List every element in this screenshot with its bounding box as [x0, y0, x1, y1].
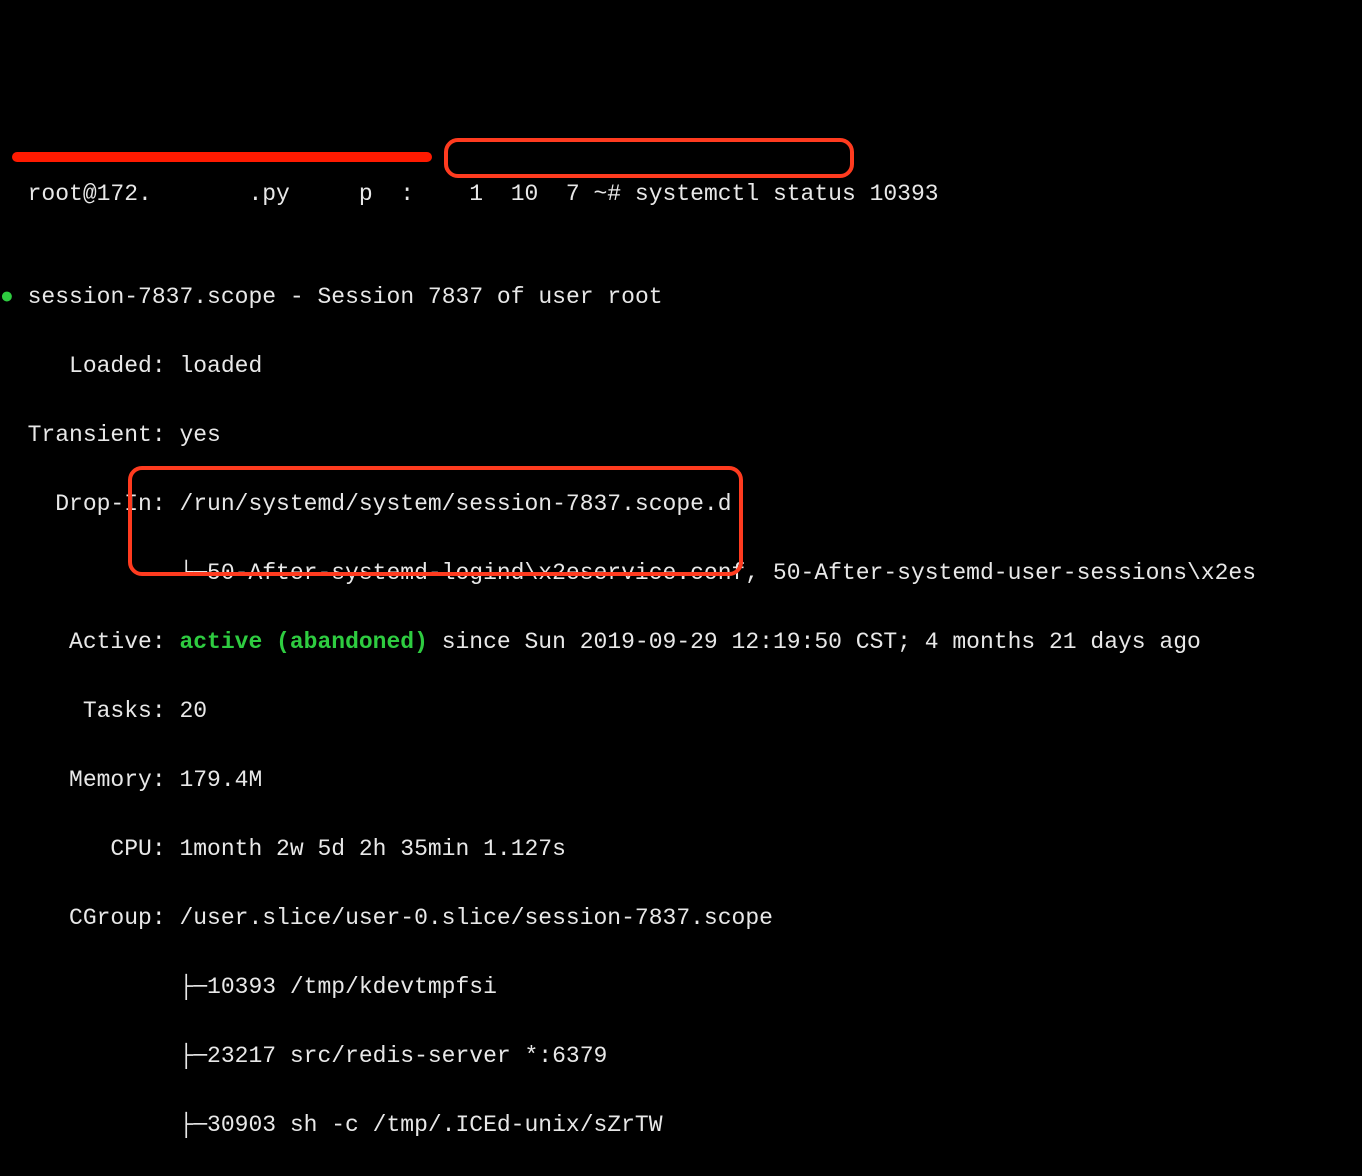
- cgroup-value: /user.slice/user-0.slice/session-7837.sc…: [179, 905, 773, 931]
- unit-name: session-7837.scope: [28, 284, 276, 310]
- redaction-marker: [12, 152, 432, 162]
- unit-description: Session 7837 of user root: [318, 284, 663, 310]
- highlight-command: [444, 138, 854, 178]
- loaded-row: Loaded: loaded: [0, 349, 1362, 384]
- memory-label: Memory:: [0, 767, 179, 793]
- dropin-sub-row: └─50-After-systemd-logind\x2eservice.con…: [0, 556, 1362, 591]
- tasks-label: Tasks:: [0, 698, 179, 724]
- prompt-host: root@172. .py p : 1 10 7: [28, 181, 580, 207]
- cgroup-process-2-text: ├─23217 src/redis-server *:6379: [0, 1043, 607, 1069]
- cgroup-process-1-text: ├─10393 /tmp/kdevtmpfsi: [0, 974, 497, 1000]
- cpu-label: CPU:: [0, 836, 179, 862]
- active-label: Active:: [0, 629, 179, 655]
- dropin-label: Drop-In:: [0, 491, 179, 517]
- transient-value: yes: [179, 422, 220, 448]
- active-row: Active: active (abandoned) since Sun 201…: [0, 625, 1362, 660]
- prompt-line[interactable]: root@172. .py p : 1 10 7 ~# systemctl st…: [0, 142, 1362, 246]
- dropin-row: Drop-In: /run/systemd/system/session-783…: [0, 487, 1362, 522]
- cpu-value: 1month 2w 5d 2h 35min 1.127s: [179, 836, 565, 862]
- cgroup-process-3: ├─30903 sh -c /tmp/.ICEd-unix/sZrTW: [0, 1108, 1362, 1143]
- status-dot-icon: ●: [0, 280, 14, 315]
- loaded-label: Loaded:: [0, 353, 179, 379]
- tasks-row: Tasks: 20: [0, 694, 1362, 729]
- cpu-row: CPU: 1month 2w 5d 2h 35min 1.127s: [0, 832, 1362, 867]
- unit-header: ● session-7837.scope - Session 7837 of u…: [0, 280, 1362, 315]
- dropin-sub-value: └─50-After-systemd-logind\x2eservice.con…: [0, 560, 1256, 586]
- transient-row: Transient: yes: [0, 418, 1362, 453]
- cgroup-row: CGroup: /user.slice/user-0.slice/session…: [0, 901, 1362, 936]
- active-status: active (abandoned): [179, 629, 427, 655]
- active-since: since Sun 2019-09-29 12:19:50 CST; 4 mon…: [428, 629, 1201, 655]
- memory-value: 179.4M: [179, 767, 262, 793]
- command-text: systemctl status 10393: [621, 181, 938, 207]
- cgroup-process-3-text: ├─30903 sh -c /tmp/.ICEd-unix/sZrTW: [0, 1112, 663, 1138]
- tasks-value: 20: [179, 698, 207, 724]
- memory-row: Memory: 179.4M: [0, 763, 1362, 798]
- loaded-value: loaded: [179, 353, 262, 379]
- cgroup-label: CGroup:: [0, 905, 179, 931]
- cgroup-process-2: ├─23217 src/redis-server *:6379: [0, 1039, 1362, 1074]
- cgroup-process-1: ├─10393 /tmp/kdevtmpfsi: [0, 970, 1362, 1005]
- transient-label: Transient:: [0, 422, 179, 448]
- prompt-cwd: ~#: [580, 181, 621, 207]
- dropin-value: /run/systemd/system/session-7837.scope.d: [179, 491, 731, 517]
